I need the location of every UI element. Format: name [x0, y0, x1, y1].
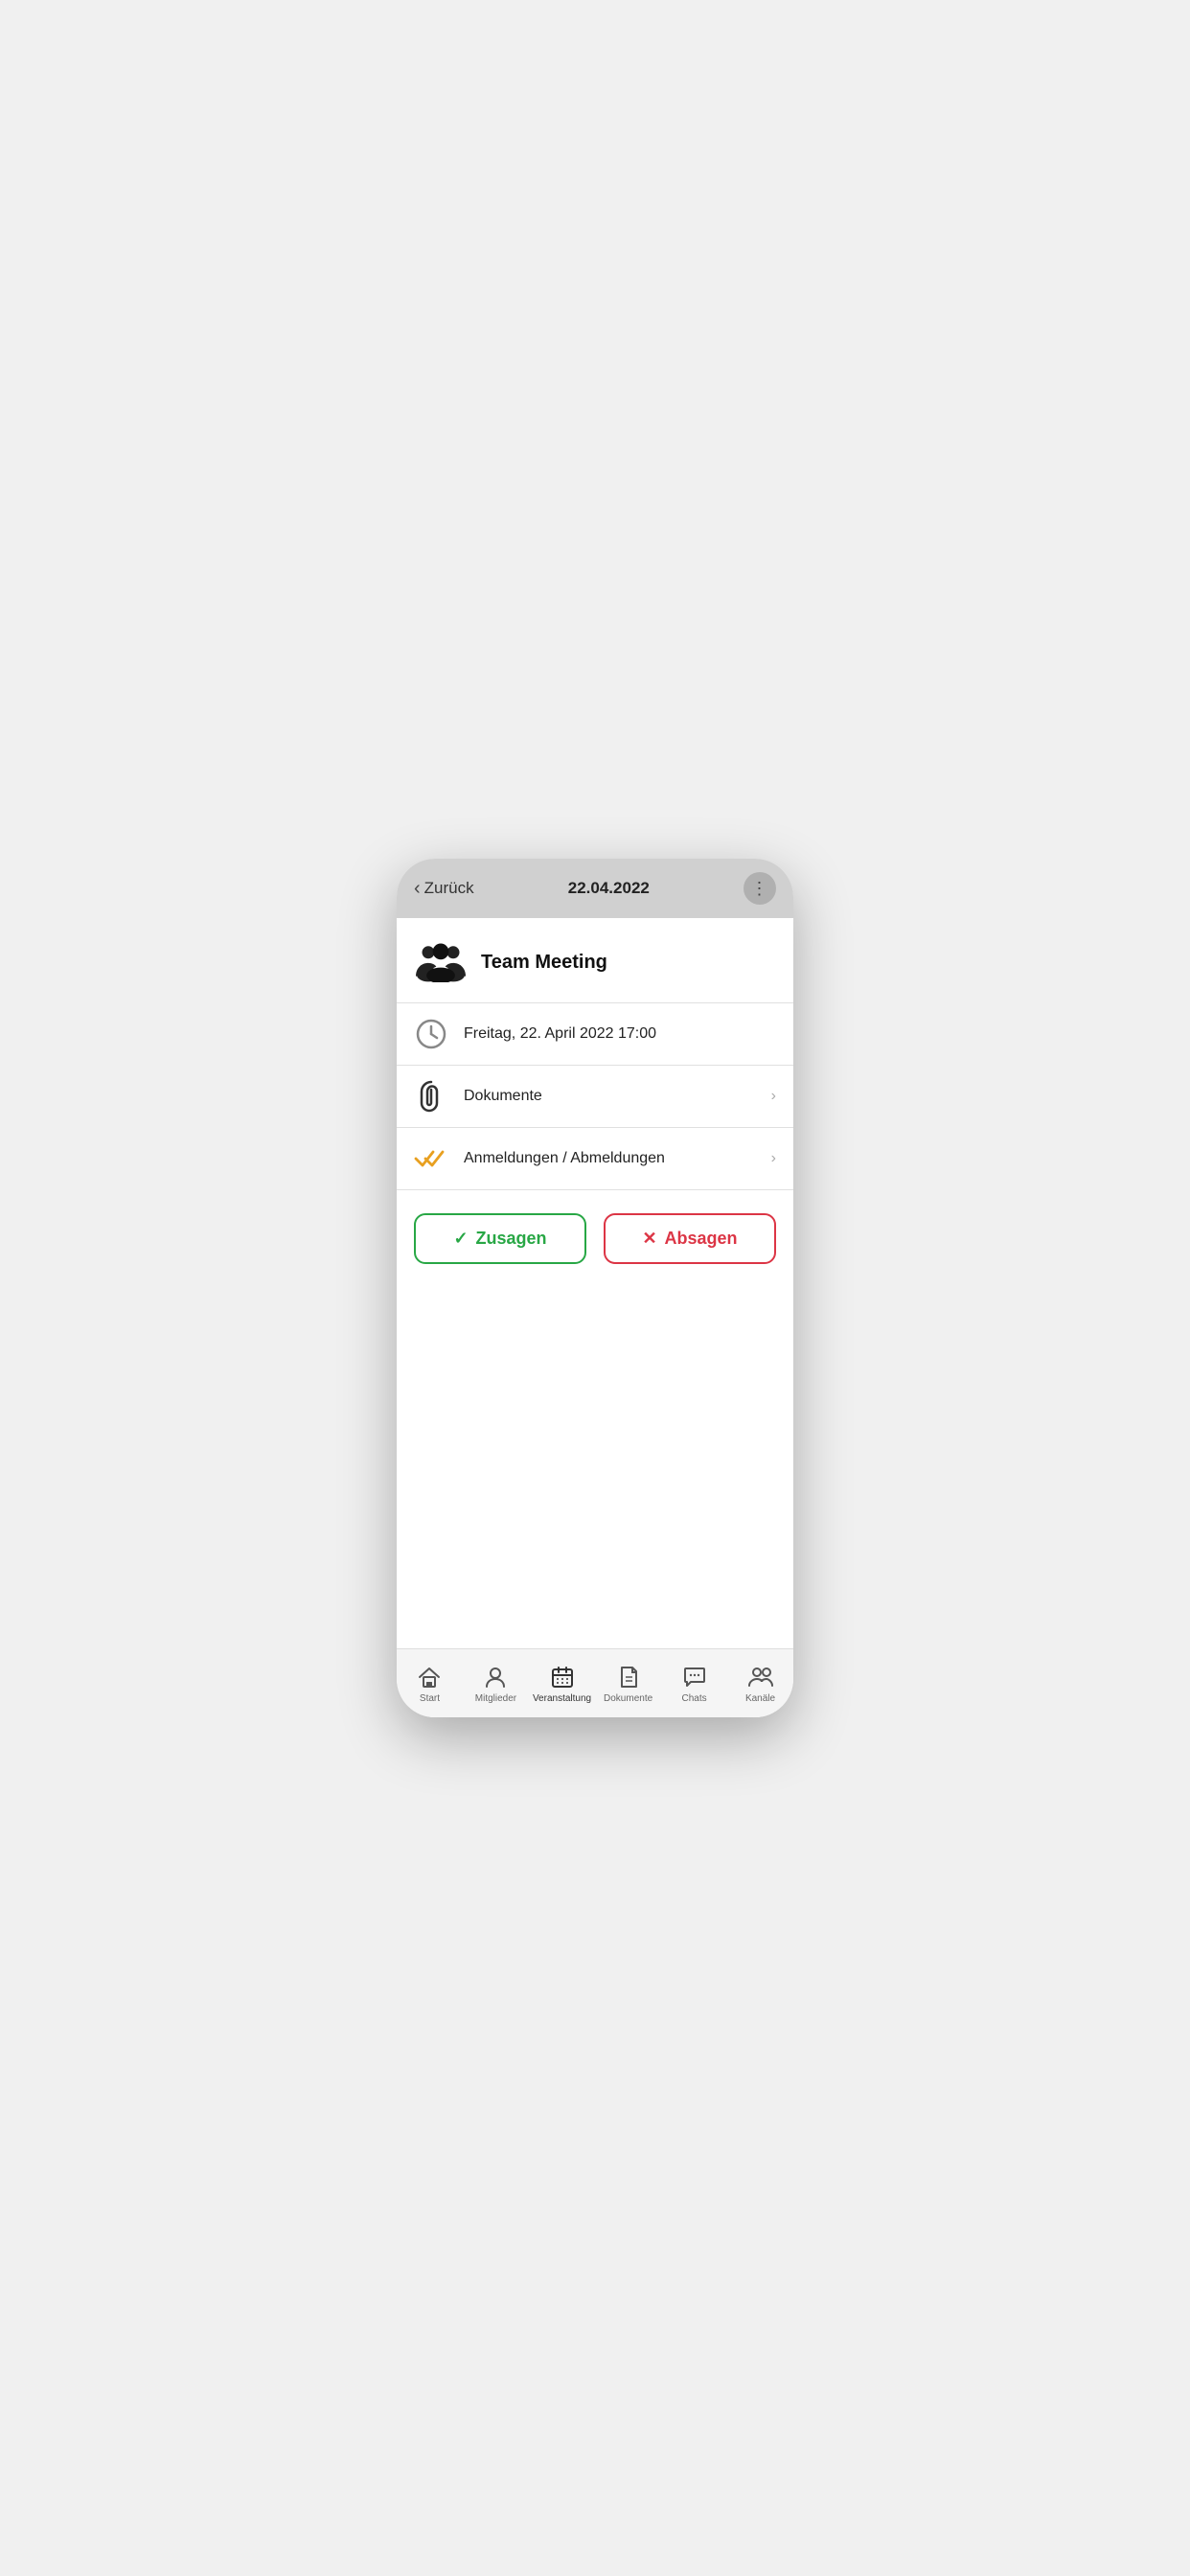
tab-start[interactable]: Start	[397, 1649, 463, 1717]
tab-chats[interactable]: Chats	[661, 1649, 727, 1717]
channels-icon	[747, 1664, 774, 1690]
tab-veranstaltung-label: Veranstaltung	[533, 1693, 591, 1704]
tab-dokumente-label: Dokumente	[604, 1693, 652, 1704]
registrations-text: Anmeldungen / Abmeldungen	[464, 1150, 756, 1167]
nav-bar: ‹ Zurück 22.04.2022 ⋮	[397, 859, 793, 918]
accept-label: Zusagen	[476, 1229, 547, 1249]
content-area: Team Meeting Freitag, 22. April 2022 17:…	[397, 918, 793, 1648]
tab-kanale[interactable]: Kanäle	[727, 1649, 793, 1717]
documents-text: Dokumente	[464, 1088, 756, 1105]
tab-bar: Start Mitglieder	[397, 1648, 793, 1717]
tab-dokumente[interactable]: Dokumente	[595, 1649, 661, 1717]
person-icon	[482, 1664, 509, 1690]
accept-button[interactable]: ✓ Zusagen	[414, 1213, 586, 1264]
calendar-icon	[549, 1664, 576, 1690]
event-title: Team Meeting	[481, 952, 607, 974]
tab-mitglieder-label: Mitglieder	[475, 1693, 516, 1704]
paperclip-icon	[414, 1079, 448, 1114]
tab-chats-label: Chats	[682, 1693, 707, 1704]
nav-date: 22.04.2022	[568, 879, 650, 898]
back-label: Zurück	[424, 879, 474, 898]
decline-label: Absagen	[665, 1229, 738, 1249]
decline-x-icon: ✕	[642, 1229, 656, 1249]
home-icon	[416, 1664, 443, 1690]
documents-chevron-icon: ›	[771, 1088, 776, 1105]
event-header: Team Meeting	[397, 918, 793, 1002]
clock-icon	[414, 1017, 448, 1051]
datetime-row: Freitag, 22. April 2022 17:00	[397, 1003, 793, 1066]
tab-start-label: Start	[420, 1693, 440, 1704]
tab-veranstaltung[interactable]: Veranstaltung	[529, 1649, 595, 1717]
datetime-text: Freitag, 22. April 2022 17:00	[464, 1025, 776, 1043]
double-check-icon	[414, 1141, 448, 1176]
accept-check-icon: ✓	[453, 1229, 468, 1249]
registrations-chevron-icon: ›	[771, 1150, 776, 1167]
more-dots-icon: ⋮	[750, 879, 768, 899]
more-button[interactable]: ⋮	[744, 872, 776, 905]
action-buttons: ✓ Zusagen ✕ Absagen	[397, 1190, 793, 1287]
decline-button[interactable]: ✕ Absagen	[604, 1213, 776, 1264]
chat-icon	[681, 1664, 708, 1690]
document-icon	[615, 1664, 642, 1690]
registrations-row[interactable]: Anmeldungen / Abmeldungen ›	[397, 1128, 793, 1190]
tab-kanale-label: Kanäle	[745, 1693, 775, 1704]
back-button[interactable]: ‹ Zurück	[414, 879, 474, 898]
back-chevron-icon: ‹	[414, 879, 421, 898]
group-icon	[414, 935, 468, 989]
tab-mitglieder[interactable]: Mitglieder	[463, 1649, 529, 1717]
documents-row[interactable]: Dokumente ›	[397, 1066, 793, 1128]
